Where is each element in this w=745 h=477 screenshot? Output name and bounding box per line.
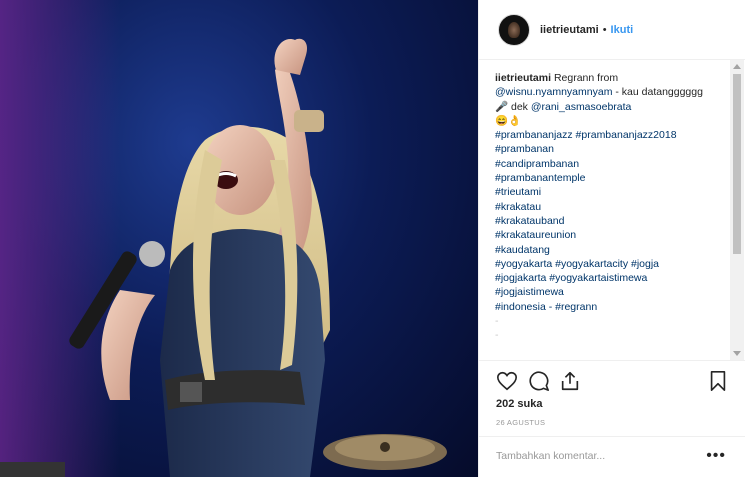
post-photo[interactable]	[0, 0, 478, 477]
caption-scrollbar[interactable]	[730, 60, 744, 360]
mention-link[interactable]: @wisnu.nyamnyamnyam	[495, 86, 612, 98]
caption-emoji: 😄👌	[495, 114, 522, 127]
hashtag-link[interactable]: #candiprambanan	[495, 157, 717, 171]
caption-author[interactable]: iietrieutami	[495, 72, 551, 84]
share-icon[interactable]	[559, 370, 581, 392]
hashtag-link[interactable]: #kaudatang	[495, 243, 717, 257]
scrollbar-thumb[interactable]	[733, 74, 741, 254]
instagram-post: iietrieutami • Ikuti iietrieutami Regran…	[0, 0, 745, 477]
follow-button[interactable]: Ikuti	[611, 24, 634, 36]
mention-link[interactable]: @rani_asmasoebrata	[531, 101, 632, 113]
caption-trailing-dash: -	[495, 315, 499, 328]
singer-photo-illustration	[0, 38, 447, 477]
caption: iietrieutami Regrann from @wisnu.nyamnya…	[495, 71, 717, 351]
hashtag-link[interactable]: #indonesia - #regrann	[495, 300, 717, 314]
hashtag-link[interactable]: #jogjakarta #yogyakartaistimewa	[495, 271, 717, 285]
avatar[interactable]	[498, 13, 530, 46]
username-link[interactable]: iietrieutami	[540, 24, 599, 36]
comment-input[interactable]	[496, 450, 696, 462]
post-header: iietrieutami • Ikuti	[479, 0, 745, 60]
hashtag-link[interactable]: #krakatauband	[495, 214, 717, 228]
hashtag-link[interactable]: #jogjaistimewa	[495, 285, 717, 299]
hashtag-link[interactable]: #prambananjazz #prambananjazz2018	[495, 128, 717, 142]
more-options-icon[interactable]: •••	[706, 447, 726, 465]
heart-icon[interactable]	[496, 370, 518, 392]
caption-trailing-dash: -	[495, 329, 499, 342]
hashtag-link[interactable]: #trieutami	[495, 185, 717, 199]
hashtag-link[interactable]: #prambanantemple	[495, 171, 717, 185]
hashtag-link[interactable]: #prambanan	[495, 142, 717, 156]
action-bar	[479, 360, 745, 401]
scroll-up-icon[interactable]	[733, 64, 741, 69]
hashtag-link[interactable]: #krakataureunion	[495, 228, 717, 242]
comment-bar: •••	[479, 436, 745, 477]
bookmark-icon[interactable]	[707, 370, 729, 392]
post-date[interactable]: 26 AGUSTUS	[496, 418, 545, 427]
hashtag-link[interactable]: #krakatau	[495, 200, 717, 214]
scroll-down-icon[interactable]	[733, 351, 741, 356]
comment-icon[interactable]	[528, 370, 550, 392]
caption-text: Regrann from	[553, 72, 619, 84]
hashtag-list: #prambananjazz #prambananjazz2018 #pramb…	[495, 128, 717, 314]
hashtag-link[interactable]: #yogyakarta #yogyakartacity #jogja	[495, 257, 717, 271]
post-side-panel: iietrieutami • Ikuti iietrieutami Regran…	[478, 0, 745, 477]
separator-dot: •	[602, 23, 607, 36]
like-count[interactable]: 202 suka	[496, 398, 542, 410]
